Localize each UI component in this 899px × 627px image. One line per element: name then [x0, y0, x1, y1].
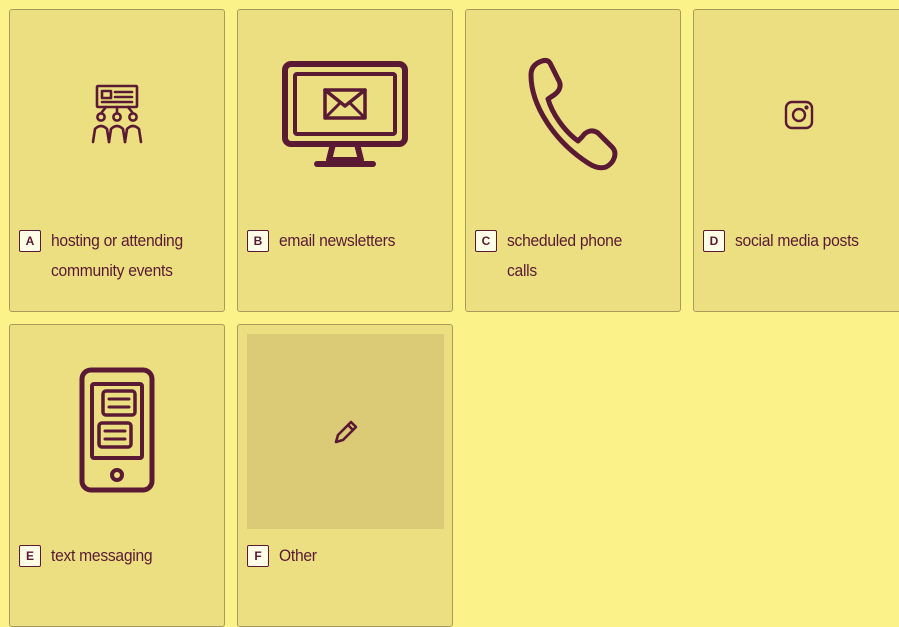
option-label: hosting or attending community events: [51, 231, 183, 280]
option-key-badge: F: [247, 545, 269, 567]
community-event-icon: [91, 84, 143, 144]
option-label-row: D social media posts: [703, 226, 898, 256]
option-label-row: C scheduled phone calls: [475, 226, 674, 286]
icon-area: [466, 10, 680, 220]
icon-area: [238, 10, 452, 220]
option-label: social media posts: [735, 231, 859, 250]
option-label-row: E text messaging: [19, 541, 218, 571]
option-card-b[interactable]: B email newsletters: [237, 9, 453, 312]
option-key-badge: D: [703, 230, 725, 252]
option-label: scheduled phone calls: [507, 231, 623, 280]
option-label-row: B email newsletters: [247, 226, 446, 256]
icon-area: [10, 325, 224, 535]
instagram-icon: [784, 100, 814, 130]
option-key-badge: B: [247, 230, 269, 252]
option-label: Other: [279, 546, 317, 565]
pencil-icon: [334, 420, 357, 443]
option-label: text messaging: [51, 546, 153, 565]
option-label-row: F Other: [247, 541, 446, 571]
option-card-f[interactable]: F Other: [237, 324, 453, 627]
option-key-badge: A: [19, 230, 41, 252]
option-key-badge: C: [475, 230, 497, 252]
phone-icon: [528, 57, 618, 171]
option-label: email newsletters: [279, 231, 396, 250]
icon-area: [10, 10, 224, 220]
option-card-e[interactable]: E text messaging: [9, 324, 225, 627]
icon-area: [694, 10, 899, 220]
email-monitor-icon: [282, 61, 408, 167]
option-label-row: A hosting or attending community events: [19, 226, 218, 286]
option-key-badge: E: [19, 545, 41, 567]
text-message-phone-icon: [79, 367, 155, 493]
other-input-area[interactable]: [247, 334, 444, 529]
option-card-c[interactable]: C scheduled phone calls: [465, 9, 681, 312]
option-card-d[interactable]: D social media posts: [693, 9, 899, 312]
option-card-a[interactable]: A hosting or attending community events: [9, 9, 225, 312]
